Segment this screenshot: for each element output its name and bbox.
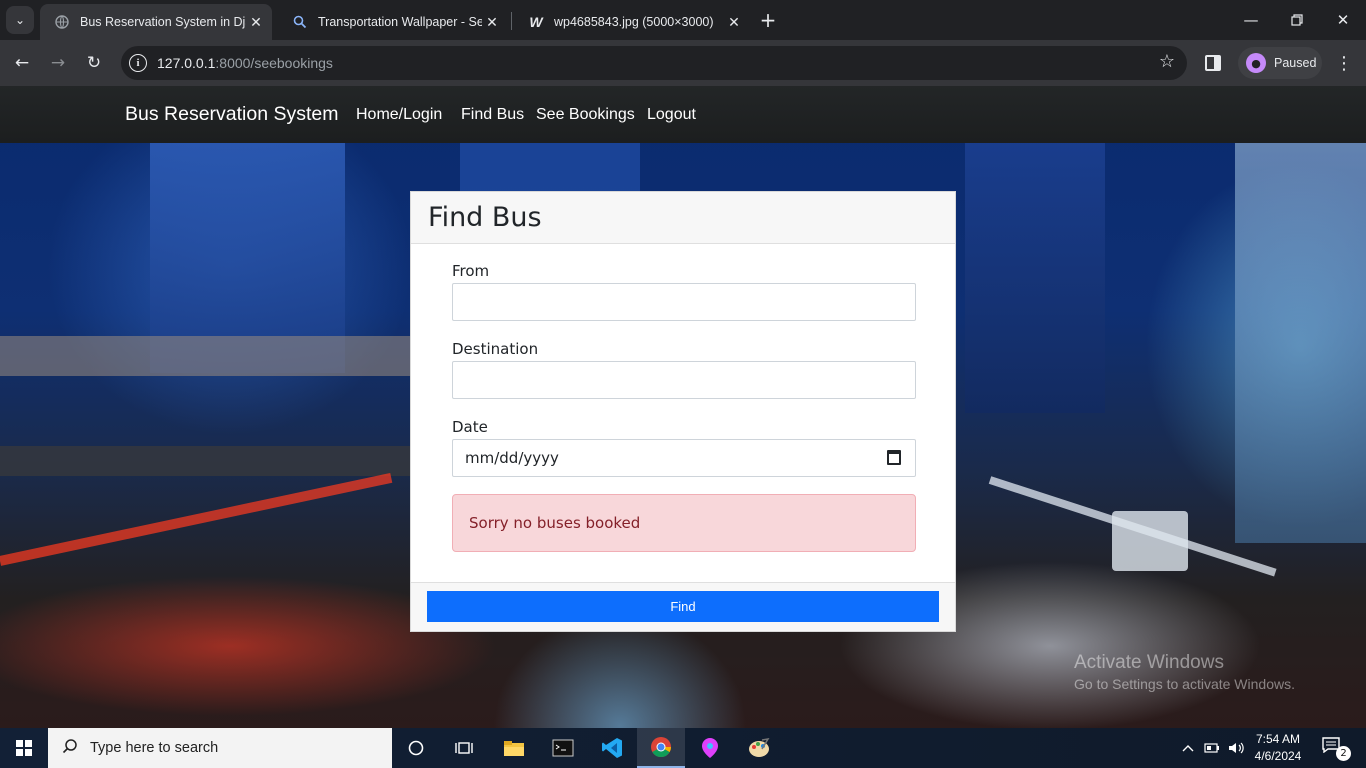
taskbar-search-placeholder: Type here to search (90, 740, 219, 756)
destination-label: Destination (452, 340, 539, 358)
card-footer: Find (411, 582, 955, 631)
reload-icon[interactable]: ↻ (79, 48, 109, 78)
nav-find-bus[interactable]: Find Bus (461, 106, 524, 124)
notification-count-badge: 2 (1336, 746, 1351, 761)
minimize-icon[interactable]: — (1228, 0, 1274, 40)
globe-icon (54, 14, 70, 30)
site-brand[interactable]: Bus Reservation System (125, 103, 339, 126)
maps-pin-icon[interactable] (686, 728, 734, 768)
clock-date: 4/6/2024 (1254, 749, 1302, 763)
cortana-circle-icon[interactable] (392, 728, 440, 768)
taskbar-clock[interactable]: 7:54 AM 4/6/2024 (1250, 731, 1306, 765)
nav-see-bookings[interactable]: See Bookings (536, 106, 635, 124)
taskbar-search-box[interactable]: Type here to search (48, 728, 392, 768)
find-bus-card: Find Bus From Destination Date mm/dd/yyy… (410, 191, 956, 632)
page-viewport: Bus Reservation System Home/Login Find B… (0, 86, 1366, 728)
site-info-icon[interactable]: i (129, 54, 147, 72)
from-label: From (452, 262, 490, 280)
volume-icon[interactable] (1226, 728, 1248, 768)
terminal-icon[interactable] (539, 728, 587, 768)
tab-close-icon[interactable]: ✕ (482, 14, 502, 31)
activate-windows-title: Activate Windows (1074, 652, 1224, 673)
profile-avatar-icon: ● (1246, 53, 1266, 73)
date-placeholder: mm/dd/yyyy (465, 449, 559, 467)
browser-tab-strip: ⌄ Bus Reservation System in Djang ✕ Tran… (0, 0, 1366, 40)
address-bar[interactable]: i 127.0.0.1:8000/seebookings ☆ (121, 46, 1187, 80)
more-menu-icon[interactable]: ⋮ (1332, 51, 1356, 75)
file-explorer-icon[interactable] (490, 728, 538, 768)
browser-toolbar: ← → ↻ i 127.0.0.1:8000/seebookings ☆ ● P… (0, 40, 1366, 86)
date-input[interactable]: mm/dd/yyyy (452, 439, 916, 477)
calendar-icon[interactable] (887, 450, 901, 465)
back-arrow-icon[interactable]: ← (7, 48, 37, 78)
tab-close-icon[interactable]: ✕ (246, 14, 266, 31)
chrome-icon[interactable] (637, 728, 685, 768)
card-header: Find Bus (411, 192, 955, 244)
from-input[interactable] (452, 283, 916, 321)
bookmark-star-icon[interactable]: ☆ (1159, 51, 1175, 72)
side-panel-icon[interactable] (1205, 55, 1221, 71)
browser-tab-bus-reservation[interactable]: Bus Reservation System in Djang ✕ (40, 4, 272, 40)
paint-palette-icon[interactable] (735, 728, 783, 768)
tab-search-chevron-icon[interactable]: ⌄ (6, 6, 34, 34)
nav-logout[interactable]: Logout (647, 106, 696, 124)
windows-taskbar: Type here to search 7:54 AM 4/6/2024 2 (0, 728, 1366, 768)
tray-chevron-up-icon[interactable] (1178, 728, 1198, 768)
browser-tab-wallpaper-image[interactable]: W wp4685843.jpg (5000×3000) ✕ (514, 4, 750, 40)
wallpaper-site-icon: W (529, 14, 543, 30)
url-path: :8000/seebookings (215, 55, 333, 71)
profile-button[interactable]: ● Paused (1238, 47, 1322, 79)
url-host: 127.0.0.1 (157, 55, 216, 71)
address-url[interactable]: 127.0.0.1:8000/seebookings (157, 55, 333, 71)
search-icon (62, 738, 78, 758)
tab-separator (511, 12, 512, 30)
tab-title: Bus Reservation System in Djang (80, 15, 246, 29)
nav-home-login[interactable]: Home/Login (356, 106, 442, 124)
date-label: Date (452, 418, 488, 436)
clock-time: 7:54 AM (1255, 732, 1301, 746)
windows-start-icon[interactable] (0, 728, 48, 768)
window-close-icon[interactable]: ✕ (1320, 0, 1366, 40)
forward-arrow-icon[interactable]: → (43, 48, 73, 78)
battery-icon[interactable] (1202, 728, 1222, 768)
tab-title: Transportation Wallpaper - Sear (318, 15, 482, 29)
card-title: Find Bus (428, 202, 542, 233)
activate-windows-subtitle: Go to Settings to activate Windows. (1074, 676, 1295, 692)
tab-close-icon[interactable]: ✕ (724, 14, 744, 31)
restore-icon[interactable] (1274, 0, 1320, 40)
browser-tab-transportation-wallpaper[interactable]: Transportation Wallpaper - Sear ✕ (278, 4, 508, 40)
profile-status-label: Paused (1274, 56, 1317, 70)
no-bookings-alert: Sorry no buses booked (452, 494, 916, 552)
task-view-icon[interactable] (440, 728, 488, 768)
tab-title: wp4685843.jpg (5000×3000) (554, 15, 714, 29)
find-button[interactable]: Find (427, 591, 939, 622)
vscode-icon[interactable] (588, 728, 636, 768)
new-tab-plus-icon[interactable]: + (756, 8, 780, 32)
site-navbar: Bus Reservation System Home/Login Find B… (0, 86, 1366, 143)
search-icon (292, 14, 308, 30)
alert-text: Sorry no buses booked (469, 514, 641, 532)
destination-input[interactable] (452, 361, 916, 399)
